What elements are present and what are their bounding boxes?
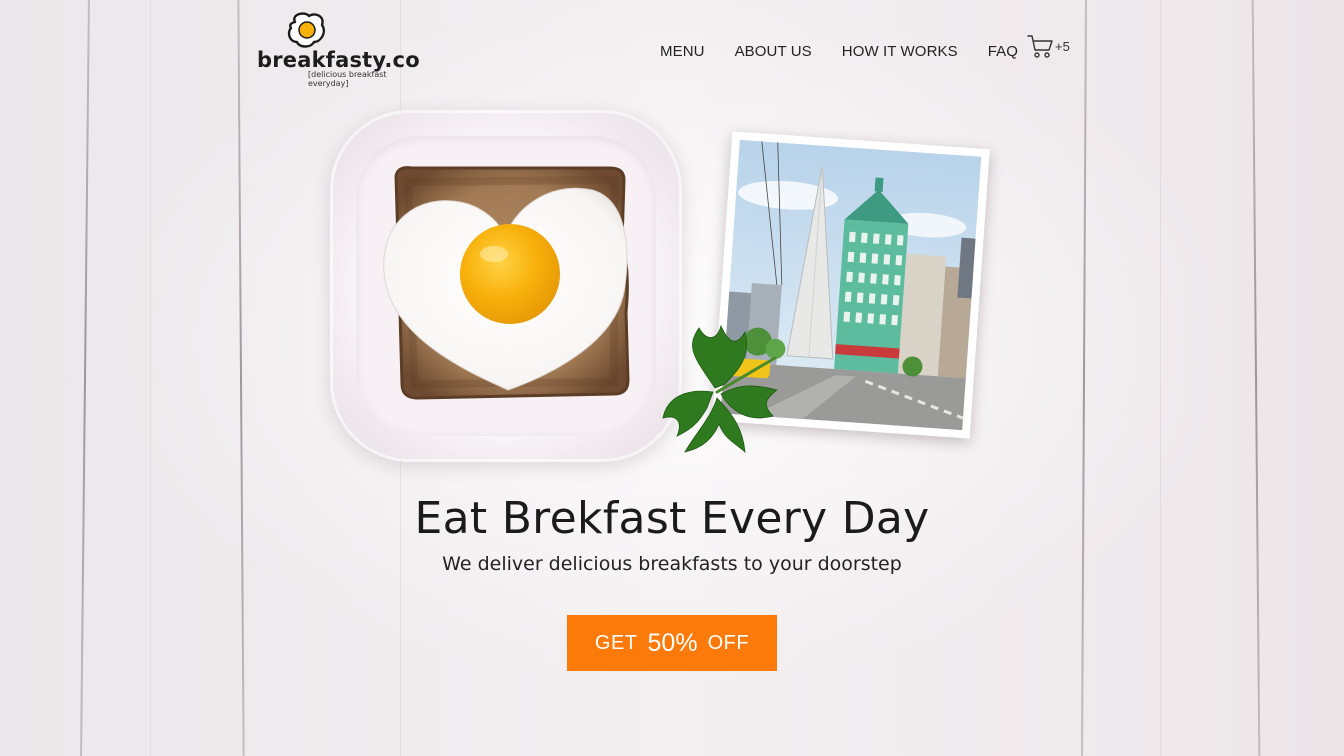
get-discount-button[interactable]: GET 50% OFF <box>567 615 777 671</box>
brand-logo[interactable]: breakfasty.co [delicious breakfast every… <box>257 12 427 88</box>
cart-button[interactable]: +5 <box>1027 33 1077 61</box>
nav-how-it-works-link[interactable]: HOW IT WORKS <box>842 43 958 60</box>
nav-faq-link[interactable]: FAQ <box>988 43 1018 60</box>
nav-about-link[interactable]: ABOUT US <box>735 43 812 60</box>
hero-title: Eat Brekfast Every Day <box>414 493 930 544</box>
fried-egg-icon <box>287 12 326 48</box>
brand-tagline: [delicious breakfast everyday] <box>308 70 387 88</box>
nav-menu-link[interactable]: MENU <box>660 43 705 60</box>
brand-name: breakfasty.co <box>257 48 420 72</box>
cta-suffix: OFF <box>707 631 750 654</box>
wood-grain <box>1160 0 1161 756</box>
shopping-cart-icon <box>1027 35 1053 58</box>
cta-prefix: GET <box>594 631 638 654</box>
main-nav: MENU ABOUT US HOW IT WORKS FAQ <box>660 40 1046 62</box>
cta-amount: 50% <box>647 628 698 657</box>
plate-image <box>330 110 682 462</box>
toast-with-egg-illustration <box>383 166 630 400</box>
wood-grain <box>150 0 151 756</box>
hero-subtitle: We deliver delicious breakfasts to your … <box>442 553 902 575</box>
parsley-garnish <box>662 324 778 454</box>
cart-count-badge: +5 <box>1055 39 1070 54</box>
